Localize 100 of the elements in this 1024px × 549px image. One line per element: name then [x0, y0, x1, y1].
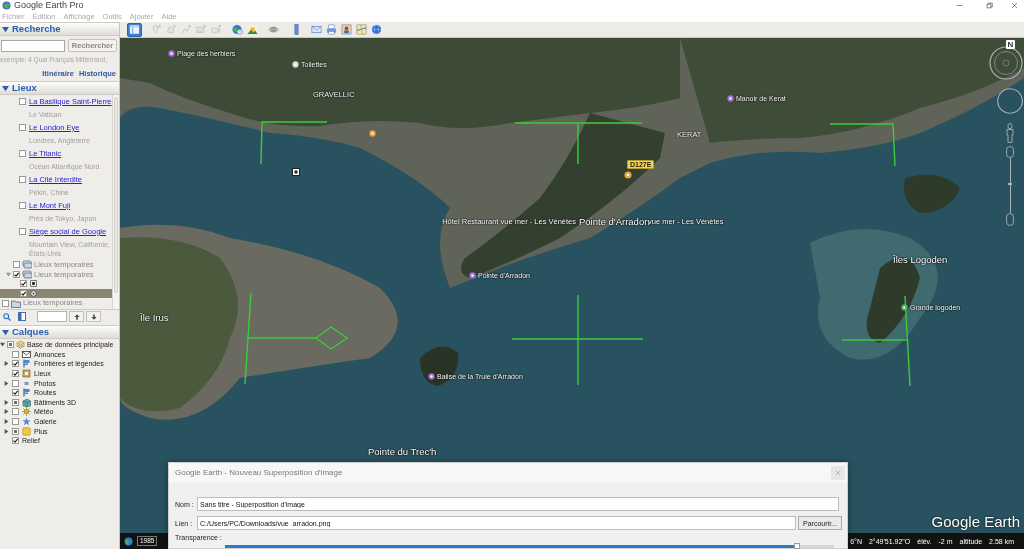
triangle-right-icon[interactable] [4, 428, 9, 434]
temporary-places-icon [22, 269, 32, 279]
path-plus-icon [181, 24, 192, 35]
checkbox[interactable] [12, 370, 19, 378]
person-icon[interactable] [1005, 123, 1015, 143]
poi-marker-icon[interactable] [624, 171, 632, 179]
triangle-right-icon[interactable] [4, 361, 9, 367]
overlay-icon [30, 290, 37, 298]
sun-icon [22, 407, 31, 417]
temporary-places-icon [22, 260, 32, 270]
sidebar-icon [129, 24, 140, 35]
globe-clock-icon [232, 24, 243, 35]
triangle-right-icon[interactable] [4, 399, 9, 405]
layers-icon [16, 340, 25, 350]
checkbox[interactable] [12, 389, 19, 397]
map-label[interactable]: Îles Logoden [893, 255, 948, 265]
polygon-plus-icon [166, 24, 177, 35]
input-field[interactable] [37, 311, 67, 322]
map-label[interactable]: Île Irus [140, 313, 169, 323]
sidebar-button[interactable] [127, 22, 142, 37]
placemark-icon [30, 280, 37, 288]
envelope-icon [22, 349, 31, 359]
checkbox[interactable] [19, 123, 26, 131]
checkbox[interactable] [12, 398, 19, 406]
star-icon [22, 417, 31, 427]
minimize-icon [955, 2, 963, 9]
search-panel-header[interactable]: Recherche [0, 22, 119, 36]
move-up-button[interactable] [69, 311, 84, 322]
checkbox[interactable] [12, 408, 19, 416]
checkbox[interactable] [12, 427, 19, 435]
globe-icon[interactable] [124, 536, 133, 546]
checkbox[interactable] [19, 175, 26, 183]
triangle-down-icon [2, 328, 9, 336]
search-button[interactable] [2, 311, 12, 322]
move-down-button[interactable] [86, 311, 101, 322]
checkbox[interactable] [19, 201, 26, 209]
checkbox[interactable] [19, 149, 26, 157]
poi-marker-icon[interactable] [292, 60, 299, 68]
checkbox[interactable] [12, 379, 19, 387]
panel-toggle-button[interactable] [16, 311, 27, 322]
triangle-right-icon[interactable] [4, 419, 9, 425]
logo-text: Google Earth [931, 514, 1020, 529]
label-tile-icon [22, 369, 31, 379]
checkbox[interactable] [13, 261, 20, 269]
printer-icon [326, 24, 337, 35]
navigation-ring-icon[interactable] [997, 88, 1023, 114]
poi-marker-icon[interactable] [469, 271, 476, 279]
globe-icon [371, 24, 382, 35]
historical-imagery-button[interactable] [230, 22, 245, 37]
checkbox[interactable] [12, 350, 19, 358]
triangle-right-icon[interactable] [4, 409, 9, 415]
scrollbar[interactable] [112, 95, 119, 309]
checkbox[interactable] [19, 97, 26, 105]
checkbox[interactable] [12, 360, 19, 368]
envelope-icon [311, 24, 322, 35]
map-view-button[interactable] [354, 22, 369, 37]
triangle-right-icon[interactable] [4, 380, 9, 386]
close-icon [1010, 2, 1018, 9]
globe-button[interactable] [369, 22, 384, 37]
save-image-button[interactable] [339, 22, 354, 37]
checkbox[interactable] [20, 290, 27, 298]
flag-icon [22, 388, 31, 398]
arrow-up-icon [73, 313, 80, 320]
compass-icon[interactable] [989, 46, 1023, 80]
poi-marker-icon[interactable] [168, 49, 175, 57]
poi-marker-icon[interactable] [901, 303, 908, 311]
places-panel-header[interactable]: Lieux [0, 81, 119, 95]
ruler-icon [291, 24, 302, 35]
poi-marker-icon[interactable] [428, 372, 435, 380]
zoom-in-button[interactable] [1006, 146, 1014, 158]
window-title: Google Earth Pro [14, 1, 84, 10]
placemark-icon[interactable] [292, 168, 300, 176]
checkbox[interactable] [12, 437, 19, 445]
triangle-down-icon[interactable] [0, 342, 5, 348]
checkbox[interactable] [19, 227, 26, 235]
search-icon [3, 312, 11, 321]
zoom-slider-track[interactable] [1006, 158, 1014, 213]
slider-thumb[interactable] [794, 543, 801, 549]
zoom-out-button[interactable] [1006, 213, 1014, 226]
arrow-down-icon [90, 313, 97, 320]
sunlight-button[interactable] [245, 22, 260, 37]
triangle-down-icon [2, 25, 9, 33]
picture-icon [341, 24, 352, 35]
panel-icon [17, 312, 26, 321]
map-label[interactable]: Pointe du Trec'h [368, 447, 437, 457]
pin-plus-icon [151, 24, 162, 35]
checkbox[interactable] [20, 280, 27, 288]
checkbox[interactable] [12, 418, 19, 426]
checkbox[interactable] [7, 341, 14, 349]
flag-icon [22, 359, 31, 369]
checkbox[interactable] [13, 270, 20, 278]
print-button[interactable] [324, 22, 339, 37]
north-indicator: N [1006, 40, 1015, 49]
search-field[interactable] [1, 39, 65, 52]
poi-marker-icon[interactable] [727, 94, 734, 102]
restore-icon [985, 2, 993, 9]
poi-marker-icon[interactable] [369, 130, 376, 137]
layers-panel-header[interactable]: Calques [0, 325, 119, 339]
picture-plus-icon [196, 24, 207, 35]
checkbox[interactable] [2, 299, 9, 307]
